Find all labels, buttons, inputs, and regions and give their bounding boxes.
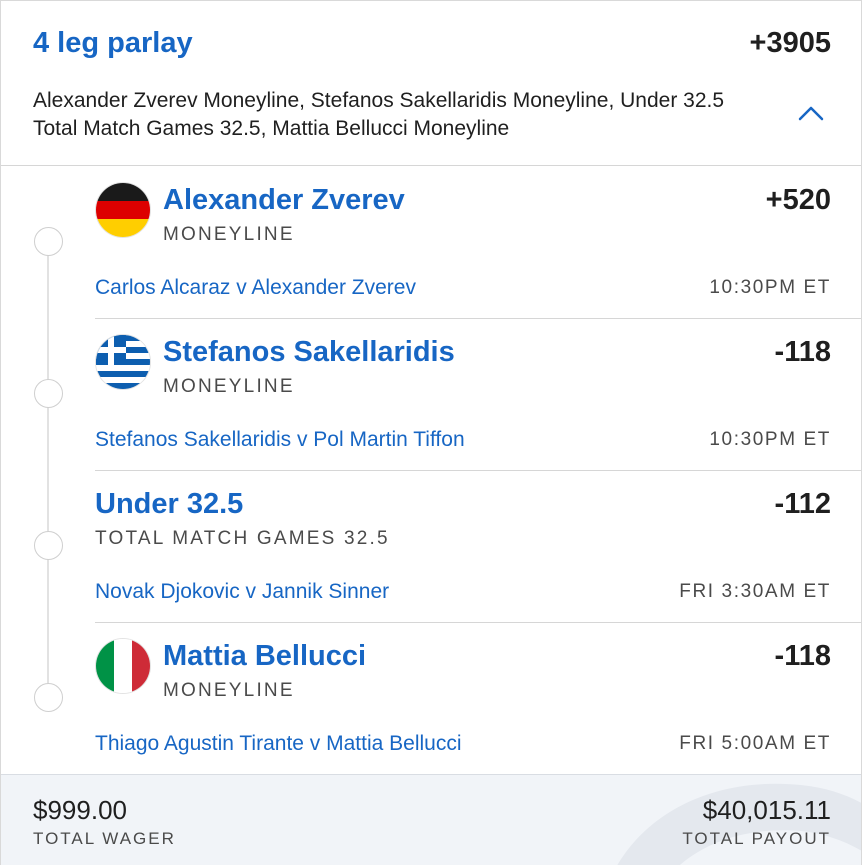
leg-event-link[interactable]: Novak Djokovic v Jannik Sinner bbox=[95, 580, 389, 604]
leg-odds: -118 bbox=[774, 640, 831, 672]
total-payout-amount: $40,015.11 bbox=[702, 795, 831, 825]
germany-flag-icon bbox=[96, 183, 150, 237]
parlay-description: Alexander Zverev Moneyline, Stefanos Sak… bbox=[33, 89, 725, 140]
leg-start-time: FRI 3:30AM ET bbox=[679, 581, 831, 602]
leg-item[interactable]: Stefanos Sakellaridis MONEYLINE -118 Ste… bbox=[1, 319, 861, 471]
leg-odds: +520 bbox=[765, 184, 831, 216]
parlay-title: 4 leg parlay bbox=[33, 27, 193, 59]
leg-odds: -118 bbox=[774, 336, 831, 368]
leg-event-link[interactable]: Carlos Alcaraz v Alexander Zverev bbox=[95, 276, 416, 300]
timeline-dot bbox=[34, 683, 63, 712]
leg-selection: Under 32.5 bbox=[95, 488, 244, 520]
timeline-dot bbox=[34, 227, 63, 256]
leg-item[interactable]: Mattia Bellucci MONEYLINE -118 Thiago Ag… bbox=[1, 623, 861, 775]
total-wager-label: TOTAL WAGER bbox=[33, 829, 176, 848]
parlay-header[interactable]: 4 leg parlay +3905 Alexander Zverev Mone… bbox=[1, 1, 861, 166]
leg-market: TOTAL MATCH GAMES 32.5 bbox=[95, 528, 390, 549]
italy-flag-icon bbox=[96, 639, 150, 693]
parlay-odds: +3905 bbox=[749, 27, 831, 59]
parlay-card: 4 leg parlay +3905 Alexander Zverev Mone… bbox=[0, 0, 862, 865]
leg-item[interactable]: Under 32.5 TOTAL MATCH GAMES 32.5 -112 N… bbox=[1, 471, 861, 623]
leg-selection: Stefanos Sakellaridis bbox=[163, 336, 455, 368]
leg-start-time: 10:30PM ET bbox=[709, 277, 831, 298]
chevron-up-icon[interactable] bbox=[795, 99, 827, 127]
leg-selection: Alexander Zverev bbox=[163, 184, 405, 216]
total-wager-amount: $999.00 bbox=[33, 795, 127, 825]
leg-market: MONEYLINE bbox=[163, 680, 295, 701]
leg-start-time: FRI 5:00AM ET bbox=[679, 733, 831, 754]
total-payout-label: TOTAL PAYOUT bbox=[682, 829, 831, 848]
greece-flag-icon bbox=[96, 335, 150, 389]
leg-event-link[interactable]: Thiago Agustin Tirante v Mattia Bellucci bbox=[95, 732, 462, 756]
leg-event-link[interactable]: Stefanos Sakellaridis v Pol Martin Tiffo… bbox=[95, 428, 465, 452]
leg-odds: -112 bbox=[774, 488, 831, 520]
leg-start-time: 10:30PM ET bbox=[709, 429, 831, 450]
parlay-legs-list: Alexander Zverev MONEYLINE +520 Carlos A… bbox=[1, 167, 861, 774]
timeline-dot bbox=[34, 531, 63, 560]
leg-market: MONEYLINE bbox=[163, 224, 295, 245]
bet-summary-footer: $999.00 TOTAL WAGER $40,015.11 TOTAL PAY… bbox=[1, 774, 861, 865]
timeline-dot bbox=[34, 379, 63, 408]
leg-selection: Mattia Bellucci bbox=[163, 640, 367, 672]
leg-item[interactable]: Alexander Zverev MONEYLINE +520 Carlos A… bbox=[1, 167, 861, 319]
leg-market: MONEYLINE bbox=[163, 376, 295, 397]
